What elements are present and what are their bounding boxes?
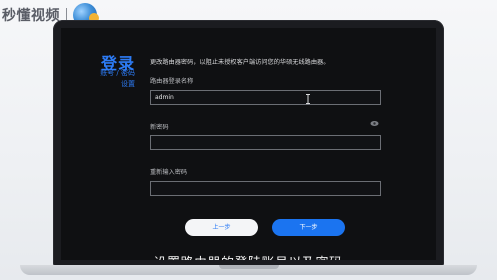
page-description: 更改路由器密码，以阻止未授权客户端访问您的华硕无线路由器。: [150, 59, 330, 66]
text-cursor-icon: [306, 94, 310, 104]
page-subtitle-line2: 设置: [121, 80, 135, 88]
laptop-frame: 登录 账号 / 密码 设置 更改路由器密码，以阻止未授权客户端访问您的华硕无线路…: [53, 20, 444, 267]
page-subtitle: 账号 / 密码 设置: [65, 68, 135, 90]
new-password-input[interactable]: [150, 135, 381, 150]
username-input[interactable]: [150, 90, 381, 105]
watermark-brand-text: 秒懂视频: [2, 8, 60, 24]
confirm-password-label: 重新输入密码: [150, 169, 188, 176]
new-password-label: 新密码: [150, 124, 169, 131]
router-setup-screen: 登录 账号 / 密码 设置 更改路由器密码，以阻止未授权客户端访问您的华硕无线路…: [61, 28, 436, 260]
laptop-base: [20, 265, 477, 275]
next-step-button[interactable]: 下一步: [272, 219, 345, 236]
username-label: 路由器登录名称: [150, 78, 194, 85]
previous-step-button[interactable]: 上一步: [185, 219, 258, 236]
laptop-base-notch: [218, 265, 279, 269]
video-caption: 设置路由器的登陆账号以及密码: [117, 252, 379, 260]
confirm-password-input[interactable]: [150, 181, 381, 196]
page-subtitle-line1: 账号 / 密码: [100, 69, 135, 77]
eye-icon[interactable]: [370, 120, 379, 127]
